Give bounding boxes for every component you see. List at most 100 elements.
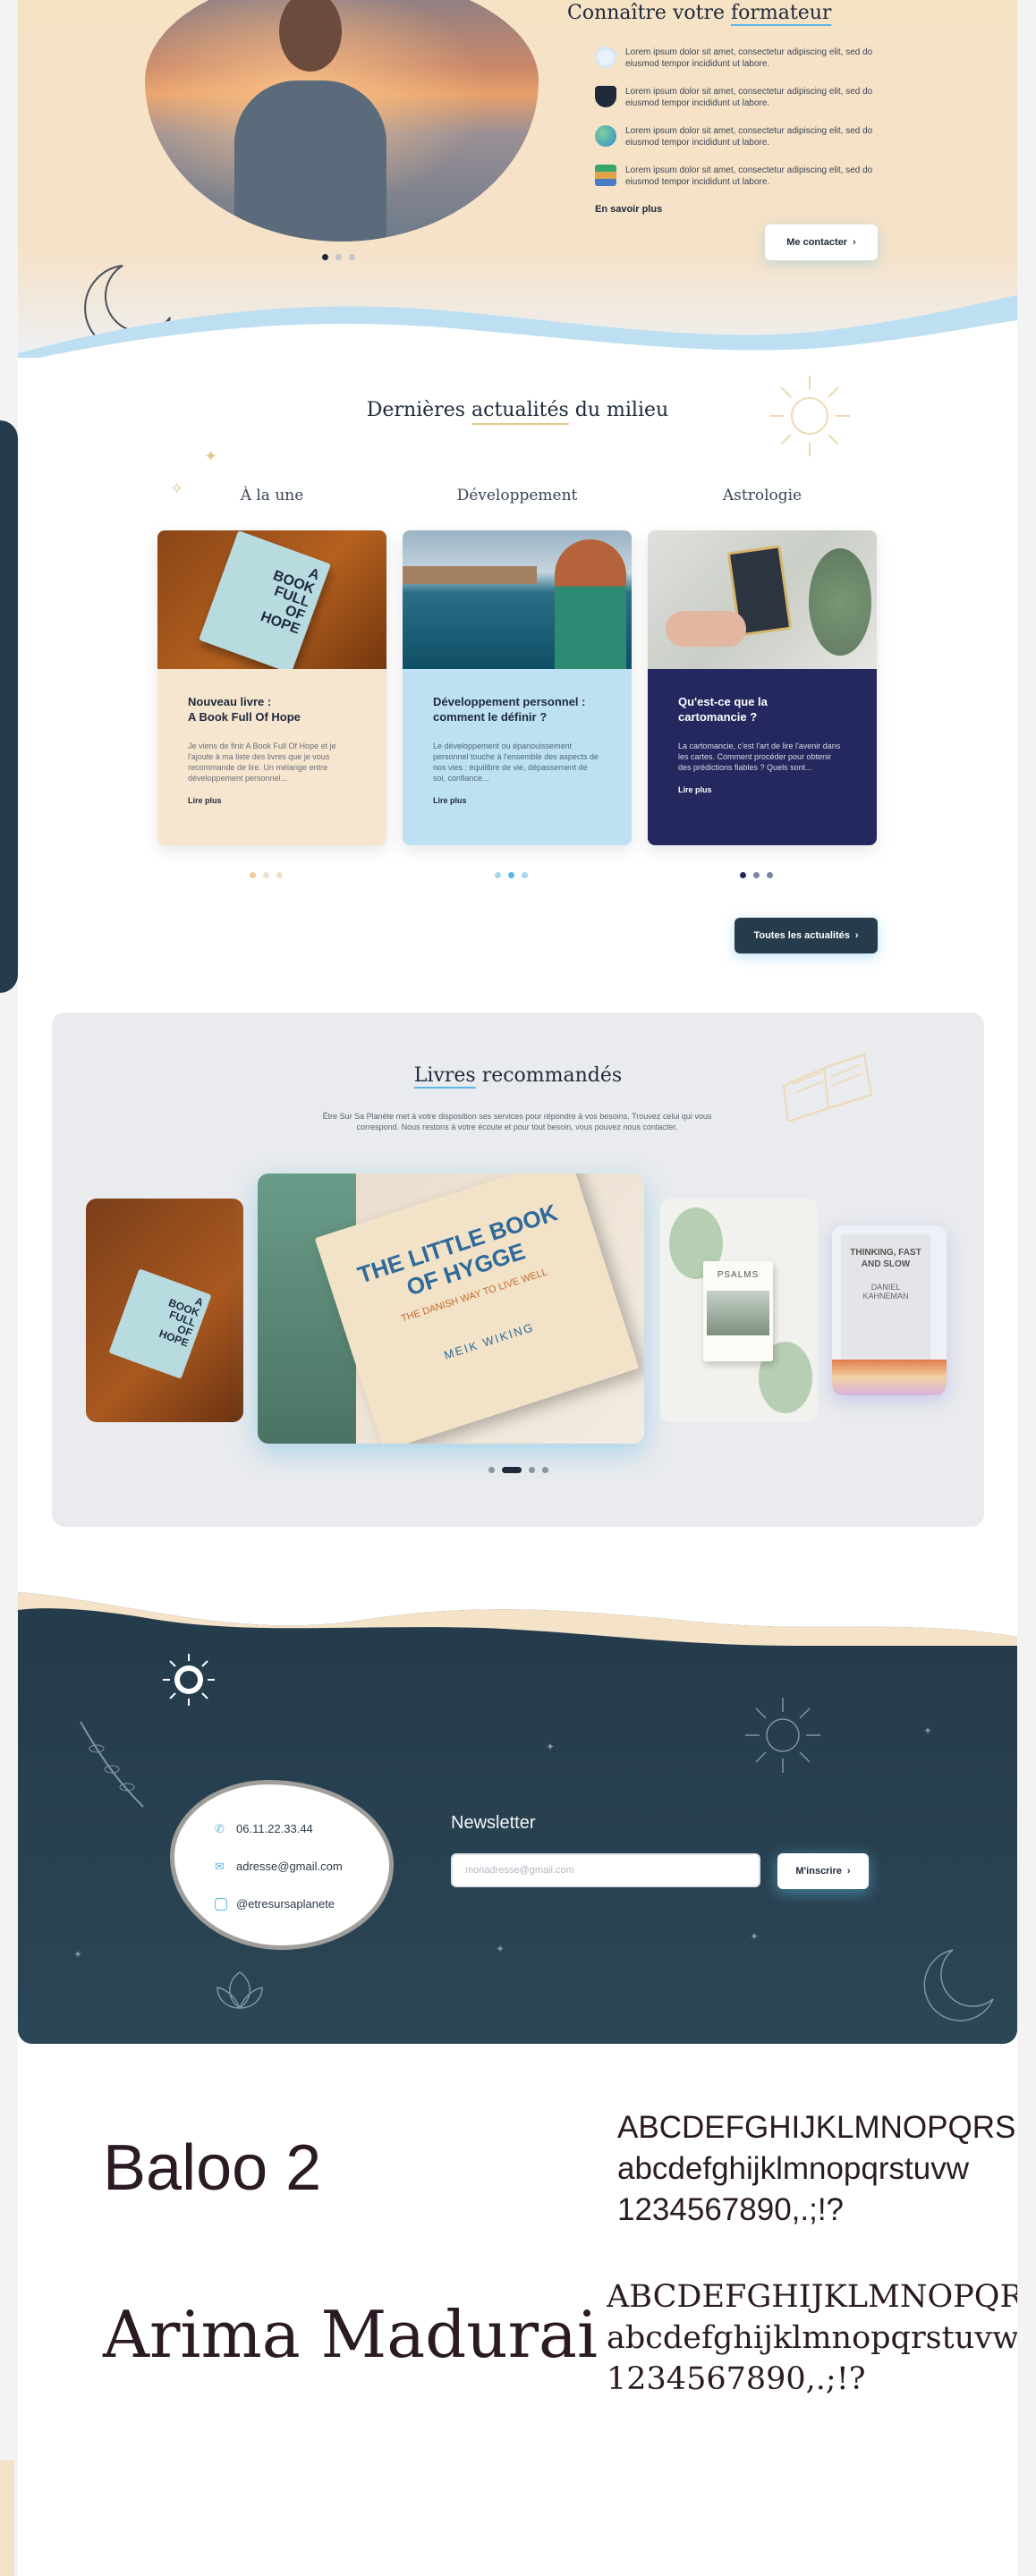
news-card-image	[403, 530, 632, 669]
carousel-dot[interactable]	[753, 872, 760, 878]
carousel-dot[interactable]	[335, 254, 342, 260]
all-news-button-label: Toutes les actualités	[753, 930, 850, 941]
books-title: Livres recommandés	[413, 1064, 623, 1087]
news-card-excerpt: Le développement ou épanouissement perso…	[433, 741, 599, 783]
news-card[interactable]: A BOOK FULL OF HOPE Nouveau livre : A Bo…	[157, 530, 386, 845]
carousel-dot[interactable]	[541, 1467, 548, 1473]
wave-divider	[18, 295, 1017, 358]
news-card-body: Nouveau livre : A Book Full Of Hope Je v…	[157, 669, 386, 845]
read-more-link[interactable]: Lire plus	[433, 796, 601, 805]
news-dots-2	[495, 872, 528, 878]
page: Connaître votre formateur Lorem ipsum do…	[18, 0, 1017, 2576]
news-dots-1	[250, 872, 283, 878]
carousel-dot[interactable]	[522, 872, 528, 878]
book-cover-title: A BOOK FULL OF HOPE	[157, 1294, 206, 1350]
news-column-heading[interactable]: Astrologie	[648, 487, 877, 504]
lotus-icon	[217, 1971, 263, 2009]
book-slide-active[interactable]: THE LITTLE BOOK OF HYGGE THE DANISH WAY …	[258, 1174, 644, 1444]
feature-text: Lorem ipsum dolor sit amet, consectetur …	[625, 87, 873, 108]
sparkle-icon: ✦	[204, 447, 218, 465]
news-title: Dernières actualités du milieu	[366, 399, 669, 421]
books-description: Être Sur Sa Planète met à votre disposit…	[322, 1112, 712, 1131]
logo-globe-icon	[163, 1654, 215, 1706]
carousel-dot-active[interactable]	[508, 872, 514, 878]
trainer-title: Connaître votre formateur	[567, 2, 832, 24]
side-accent-left	[0, 420, 18, 993]
email-text: adresse@gmail.com	[236, 1860, 343, 1873]
book-cover-title: THINKING, FAST AND SLOW	[850, 1248, 921, 1269]
news-dots-3	[740, 872, 773, 878]
carousel-dot-active[interactable]	[250, 872, 256, 878]
news-card-title: Nouveau livre : A Book Full Of Hope	[188, 695, 301, 724]
carousel-dot[interactable]	[276, 872, 283, 878]
feature-text: Lorem ipsum dolor sit amet, consectetur …	[625, 165, 873, 187]
side-accent-bottom	[0, 2460, 14, 2576]
news-column-heading[interactable]: À la une	[157, 487, 386, 504]
book-slide[interactable]: PSALMS	[660, 1199, 818, 1422]
mail-icon: ✉	[215, 1859, 225, 1873]
book-cover: A BOOK FULL OF HOPE	[108, 1268, 212, 1379]
branch-icon	[80, 1721, 144, 1808]
all-news-button[interactable]: Toutes les actualités ›	[735, 918, 878, 953]
newsletter-email-input[interactable]: monadresse@gmail.com	[451, 1853, 760, 1887]
chevron-right-icon: ›	[854, 930, 859, 941]
news-column-heading[interactable]: Développement	[403, 487, 632, 504]
instagram-icon	[215, 1897, 227, 1911]
star-icon: ✦	[750, 1930, 760, 1943]
carousel-dot[interactable]	[495, 872, 501, 878]
books-section: Livres recommandés Être Sur Sa Planète m…	[52, 1013, 984, 1527]
font-specimen-name: Arima Madurai	[103, 2297, 599, 2372]
contact-phone[interactable]: ✆ 06.11.22.33.44	[215, 1822, 313, 1835]
phone-text: 06.11.22.33.44	[236, 1822, 313, 1835]
carousel-dot[interactable]	[263, 872, 269, 878]
book-slide[interactable]: THINKING, FAST AND SLOW DANIEL KAHNEMAN	[832, 1225, 947, 1395]
mind-icon	[595, 47, 616, 68]
carousel-dot-active[interactable]	[501, 1467, 522, 1473]
contact-email[interactable]: ✉ adresse@gmail.com	[215, 1860, 343, 1873]
book-slide[interactable]: A BOOK FULL OF HOPE	[86, 1199, 243, 1422]
carousel-dot[interactable]	[349, 254, 355, 260]
footer: ✦ ✦ ✦ ✦ ✦ ✆ 06.11.22.33.44 ✉ adresse@gma…	[18, 1583, 1017, 2044]
feature-text: Lorem ipsum dolor sit amet, consectetur …	[625, 47, 873, 69]
carousel-dot-active[interactable]	[322, 254, 328, 260]
news-card[interactable]: Développement personnel : comment le déf…	[403, 530, 632, 845]
news-card[interactable]: Qu'est-ce que la cartomancie ? La cartom…	[648, 530, 877, 845]
star-icon: ✦	[923, 1724, 933, 1737]
star-icon: ✦	[73, 1948, 83, 1961]
trainer-carousel-dots	[322, 254, 355, 260]
news-card-image: A BOOK FULL OF HOPE	[157, 530, 386, 669]
news-card-body: Qu'est-ce que la cartomancie ? La cartom…	[648, 669, 877, 845]
trainer-photo	[145, 0, 539, 242]
feature-item: Lorem ipsum dolor sit amet, consectetur …	[595, 165, 899, 188]
news-card-excerpt: Je viens de finir A Book Full Of Hope et…	[188, 741, 336, 783]
font-specimen-name: Baloo 2	[103, 2132, 322, 2204]
chevron-right-icon: ›	[853, 237, 856, 248]
font-specimen-glyphs: ABCDEFGHIJKLMNOPQRS abcdefghijklmnopqrst…	[617, 2107, 1017, 2231]
news-card-title: Qu'est-ce que la cartomancie ?	[678, 695, 768, 724]
news-card-excerpt: La cartomancie, c'est l'art de lire l'av…	[678, 741, 841, 772]
contact-button[interactable]: Me contacter ›	[765, 225, 878, 260]
carousel-dot-active[interactable]	[740, 872, 746, 878]
learn-more-link[interactable]: En savoir plus	[595, 204, 662, 215]
star-icon: ✦	[496, 1943, 505, 1955]
book-cover-text: A BOOK FULL OF HOPE	[259, 565, 322, 638]
carousel-dot[interactable]	[488, 1467, 495, 1473]
book-cover-title: PSALMS	[717, 1270, 760, 1280]
contact-instagram[interactable]: @etresursaplanete	[215, 1897, 335, 1911]
news-card-title: Développement personnel : comment le déf…	[433, 695, 586, 724]
graduation-cap-icon	[595, 86, 616, 107]
feature-item: Lorem ipsum dolor sit amet, consectetur …	[595, 47, 899, 70]
book-cover: THE LITTLE BOOK OF HYGGE THE DANISH WAY …	[314, 1174, 640, 1444]
glyphs-lowercase: abcdefghijklmnopqrstuvw	[607, 2320, 1017, 2356]
subscribe-button[interactable]: M'inscrire ›	[777, 1853, 869, 1889]
subscribe-button-label: M'inscrire	[795, 1866, 842, 1877]
instagram-text: @etresursaplanete	[236, 1897, 335, 1911]
book-cover: PSALMS	[703, 1261, 773, 1361]
carousel-dot[interactable]	[767, 872, 773, 878]
read-more-link[interactable]: Lire plus	[188, 796, 356, 805]
books-carousel-dots	[52, 1467, 984, 1473]
read-more-link[interactable]: Lire plus	[678, 785, 846, 794]
sun-icon	[745, 1698, 820, 1773]
carousel-dot[interactable]	[528, 1467, 535, 1473]
moon-icon	[923, 1949, 994, 2021]
